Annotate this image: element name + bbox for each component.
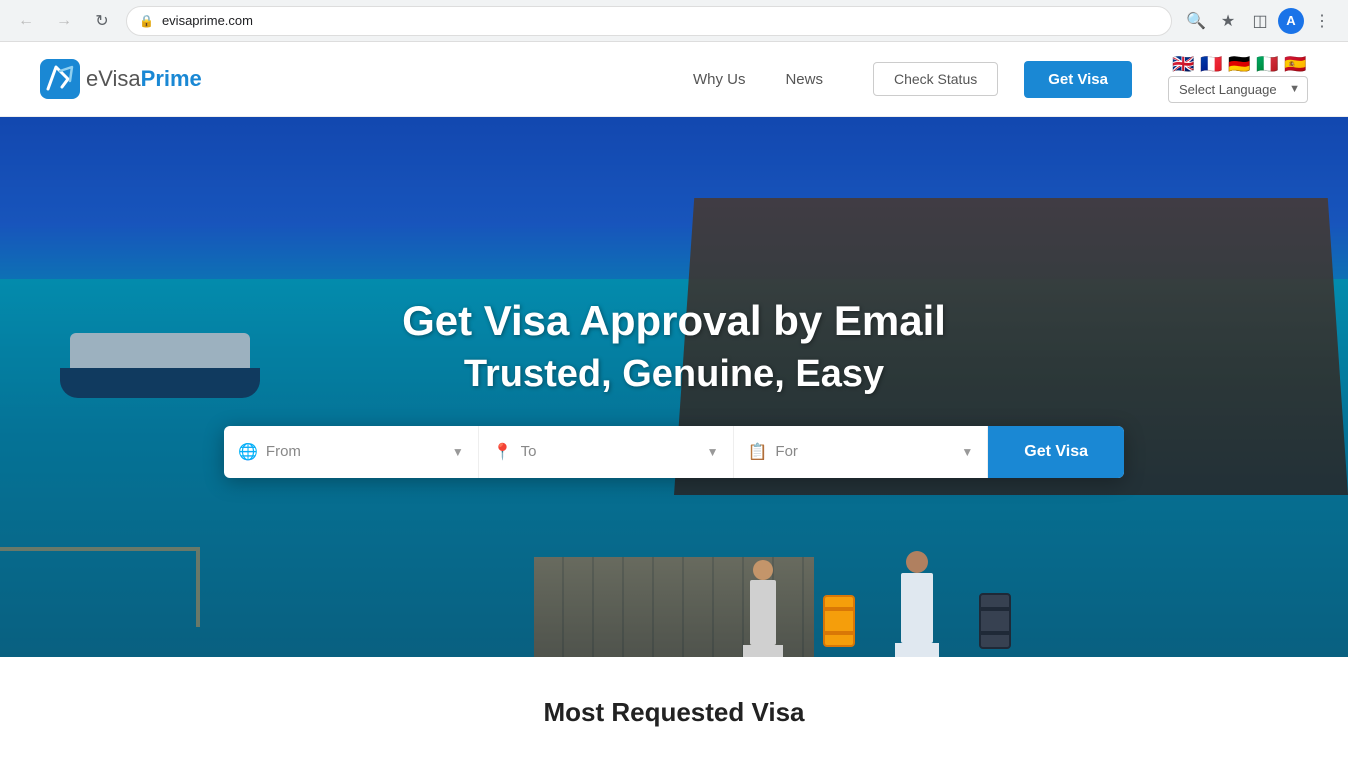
get-visa-nav-button[interactable]: Get Visa xyxy=(1024,61,1132,98)
search-bar: 🌐 From ▼ 📍 To ▼ 📋 For ▼ xyxy=(224,426,1124,478)
flag-es[interactable]: 🇪🇸 xyxy=(1284,56,1308,72)
for-select[interactable]: For xyxy=(775,443,953,460)
logo-text: eVisaPrime xyxy=(86,66,202,92)
search-button[interactable]: 🔍 xyxy=(1182,7,1210,35)
most-requested-title: Most Requested Visa xyxy=(0,657,1348,748)
extensions-button[interactable]: ◫ xyxy=(1246,7,1274,35)
check-status-button[interactable]: Check Status xyxy=(873,62,998,96)
logo-evisa: eVisa xyxy=(86,66,141,91)
back-button[interactable]: ← xyxy=(12,7,40,35)
logo[interactable]: eVisaPrime xyxy=(40,59,202,99)
nav-links: Why Us News xyxy=(693,71,823,88)
luggage-yellow xyxy=(823,595,855,647)
browser-toolbar: 🔍 ★ ◫ A ⋮ xyxy=(1182,7,1336,35)
menu-button[interactable]: ⋮ xyxy=(1308,7,1336,35)
language-select[interactable]: Select Language English French German It… xyxy=(1168,76,1308,103)
logo-icon xyxy=(40,59,80,99)
security-icon: 🔒 xyxy=(139,14,154,28)
profile-avatar[interactable]: A xyxy=(1278,8,1304,34)
hero-section: Get Visa Approval by Email Trusted, Genu… xyxy=(0,117,1348,657)
bookmark-button[interactable]: ★ xyxy=(1214,7,1242,35)
logo-prime: Prime xyxy=(141,66,202,91)
flag-row: 🇬🇧 🇫🇷 🇩🇪 🇮🇹 🇪🇸 xyxy=(1172,56,1308,72)
url-text: evisaprime.com xyxy=(162,13,253,28)
forward-button[interactable]: → xyxy=(50,7,78,35)
from-select[interactable]: From xyxy=(266,443,444,460)
location-icon: 📍 xyxy=(493,442,513,462)
address-bar[interactable]: 🔒 evisaprime.com xyxy=(126,6,1172,36)
calendar-icon: 📋 xyxy=(748,442,768,462)
navbar: eVisaPrime Why Us News Check Status Get … xyxy=(0,42,1348,117)
language-selector: 🇬🇧 🇫🇷 🇩🇪 🇮🇹 🇪🇸 Select Language English F… xyxy=(1168,56,1308,103)
hero-content: Get Visa Approval by Email Trusted, Genu… xyxy=(402,296,946,395)
browser-chrome: ← → ↻ 🔒 evisaprime.com 🔍 ★ ◫ A ⋮ xyxy=(0,0,1348,42)
for-field: 📋 For ▼ xyxy=(734,426,989,478)
globe-icon: 🌐 xyxy=(238,442,258,462)
luggage-dark xyxy=(979,593,1011,649)
nav-why-us[interactable]: Why Us xyxy=(693,71,746,88)
from-field: 🌐 From ▼ xyxy=(224,426,479,478)
flag-it[interactable]: 🇮🇹 xyxy=(1256,56,1280,72)
person-2 xyxy=(895,551,939,657)
person-1 xyxy=(743,560,783,657)
from-arrow: ▼ xyxy=(452,445,464,459)
hero-title-line1: Get Visa Approval by Email xyxy=(402,296,946,346)
reload-button[interactable]: ↻ xyxy=(88,7,116,35)
to-select[interactable]: To xyxy=(521,443,699,460)
flag-en[interactable]: 🇬🇧 xyxy=(1172,56,1196,72)
to-arrow: ▼ xyxy=(707,445,719,459)
lang-select-wrapper: Select Language English French German It… xyxy=(1168,76,1308,103)
hero-title-line2: Trusted, Genuine, Easy xyxy=(402,353,946,396)
nav-news[interactable]: News xyxy=(785,71,823,88)
below-fold: Most Requested Visa xyxy=(0,657,1348,758)
website: eVisaPrime Why Us News Check Status Get … xyxy=(0,42,1348,758)
flag-de[interactable]: 🇩🇪 xyxy=(1228,56,1252,72)
get-visa-search-button[interactable]: Get Visa xyxy=(988,426,1124,478)
people-group xyxy=(743,551,1011,657)
for-arrow: ▼ xyxy=(961,445,973,459)
flag-fr[interactable]: 🇫🇷 xyxy=(1200,56,1224,72)
to-field: 📍 To ▼ xyxy=(479,426,734,478)
